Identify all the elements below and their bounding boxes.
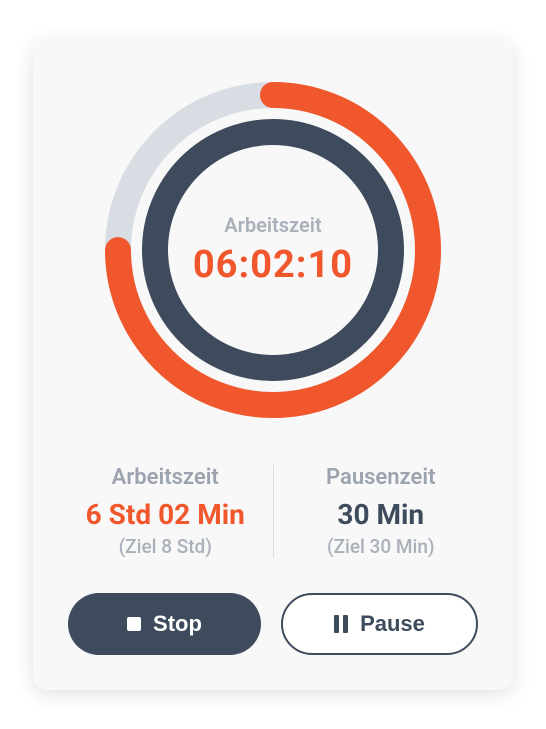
pause-button-label: Pause (360, 611, 425, 637)
stats-row: Arbeitszeit 6 Std 02 Min (Ziel 8 Std) Pa… (68, 465, 478, 558)
timer-value: 06:02:10 (193, 243, 353, 287)
timer-center: Arbeitszeit 06:02:10 (193, 213, 353, 287)
break-time-title: Pausenzeit (284, 465, 479, 490)
break-time-stat: Pausenzeit 30 Min (Ziel 30 Min) (284, 465, 479, 558)
buttons-row: Stop Pause (68, 593, 478, 655)
break-time-value: 30 Min (284, 498, 479, 531)
break-time-target: (Ziel 30 Min) (284, 535, 479, 558)
work-time-stat: Arbeitszeit 6 Std 02 Min (Ziel 8 Std) (68, 465, 263, 558)
timer-ring: Arbeitszeit 06:02:10 (103, 80, 443, 420)
stop-button-label: Stop (153, 611, 202, 637)
stat-divider (273, 465, 274, 558)
work-time-value: 6 Std 02 Min (68, 498, 263, 531)
pause-icon (334, 615, 348, 633)
timer-card: Arbeitszeit 06:02:10 Arbeitszeit 6 Std 0… (33, 40, 513, 690)
work-time-target: (Ziel 8 Std) (68, 535, 263, 558)
timer-ring-container: Arbeitszeit 06:02:10 (68, 80, 478, 420)
pause-button[interactable]: Pause (281, 593, 478, 655)
stop-icon (127, 617, 141, 631)
stop-button[interactable]: Stop (68, 593, 261, 655)
work-time-title: Arbeitszeit (68, 465, 263, 490)
timer-label: Arbeitszeit (193, 213, 353, 237)
